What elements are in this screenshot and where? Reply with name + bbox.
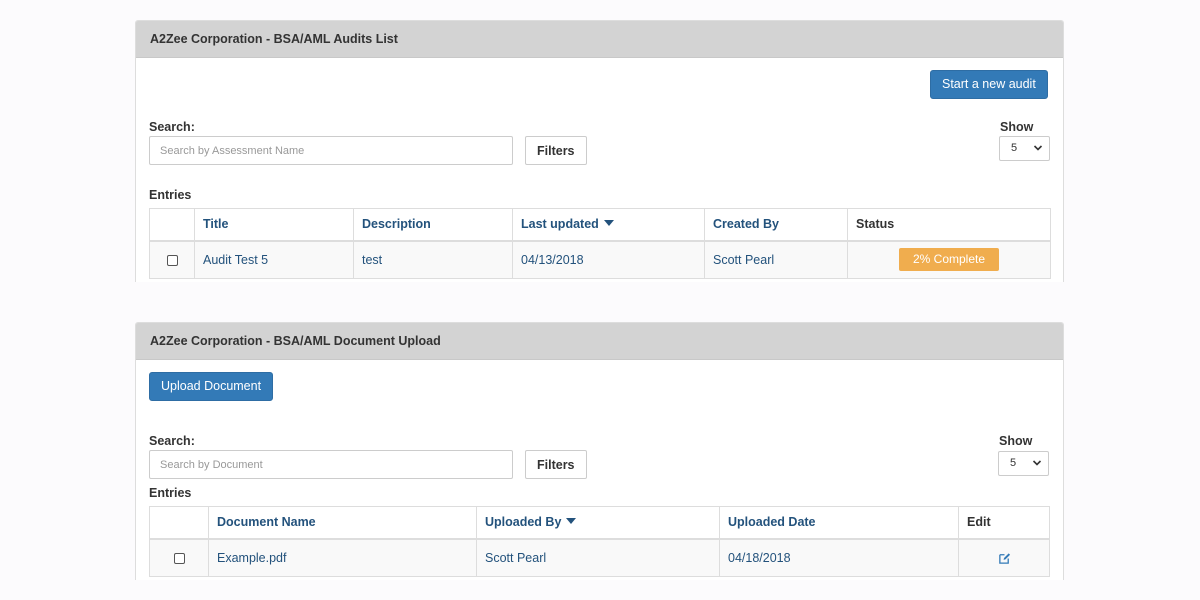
row-select-cell [149, 240, 195, 279]
documents-page-size-value: 5 [1010, 457, 1017, 469]
audits-panel: A2Zee Corporation - BSA/AML Audits List … [135, 20, 1064, 282]
column-uploaded-date-label: Uploaded Date [728, 515, 816, 530]
audits-search-label: Search: [149, 120, 195, 134]
column-uploaded-date[interactable]: Uploaded Date [719, 506, 959, 540]
audit-description[interactable]: test [353, 240, 513, 279]
column-title-label: Title [203, 217, 229, 232]
column-document-name[interactable]: Document Name [208, 506, 477, 540]
audits-table-header: Title Description Last updated Created B… [149, 208, 1051, 242]
audit-last-updated[interactable]: 04/13/2018 [512, 240, 705, 279]
audits-entries-label: Entries [149, 188, 192, 202]
chevron-down-icon [1033, 145, 1043, 151]
edit-cell [958, 538, 1050, 577]
row-checkbox[interactable] [166, 254, 178, 266]
start-new-audit-button[interactable]: Start a new audit [930, 70, 1048, 99]
audits-page-size-select[interactable]: 5 [999, 136, 1050, 161]
table-row: Example.pdf Scott Pearl 04/18/2018 [149, 538, 1050, 577]
column-created-by[interactable]: Created By [704, 208, 848, 242]
documents-panel: A2Zee Corporation - BSA/AML Document Upl… [135, 322, 1064, 580]
row-select-cell [149, 538, 209, 577]
audits-filters-button[interactable]: Filters [525, 136, 587, 165]
documents-table-header: Document Name Uploaded By Uploaded Date … [149, 506, 1050, 540]
documents-filters-button[interactable]: Filters [525, 450, 587, 479]
edit-icon[interactable] [998, 552, 1011, 565]
audits-show-label: Show [1000, 120, 1034, 134]
documents-table: Document Name Uploaded By Uploaded Date … [149, 506, 1050, 577]
upload-document-button[interactable]: Upload Document [149, 372, 274, 401]
document-uploaded-date[interactable]: 04/18/2018 [719, 538, 959, 577]
documents-search-input[interactable] [149, 450, 513, 479]
audit-status-cell: 2% Complete [847, 240, 1051, 279]
document-uploaded-by[interactable]: Scott Pearl [476, 538, 720, 577]
column-uploaded-by[interactable]: Uploaded By [476, 506, 720, 540]
chevron-down-icon [1032, 460, 1042, 466]
row-checkbox[interactable] [173, 552, 185, 564]
documents-show-label: Show [999, 434, 1033, 448]
audits-table: Title Description Last updated Created B… [149, 208, 1051, 279]
document-name-link[interactable]: Example.pdf [208, 538, 477, 577]
column-last-updated[interactable]: Last updated [512, 208, 705, 242]
column-description[interactable]: Description [353, 208, 513, 242]
audits-page-size-value: 5 [1011, 142, 1018, 154]
documents-entries-label: Entries [149, 486, 192, 500]
column-edit: Edit [958, 506, 1050, 540]
column-title[interactable]: Title [194, 208, 354, 242]
sort-desc-icon [566, 518, 577, 525]
column-description-label: Description [362, 217, 431, 232]
audit-title-link[interactable]: Audit Test 5 [194, 240, 354, 279]
column-edit-label: Edit [967, 515, 991, 530]
audit-created-by[interactable]: Scott Pearl [704, 240, 848, 279]
documents-search-label: Search: [149, 434, 195, 448]
select-all-header [149, 208, 195, 242]
status-badge: 2% Complete [899, 248, 999, 272]
column-created-by-label: Created By [713, 217, 779, 232]
audits-panel-title: A2Zee Corporation - BSA/AML Audits List [136, 21, 1063, 58]
documents-panel-title: A2Zee Corporation - BSA/AML Document Upl… [136, 323, 1063, 360]
column-document-name-label: Document Name [217, 515, 316, 530]
select-all-header [149, 506, 209, 540]
documents-page-size-select[interactable]: 5 [998, 451, 1049, 476]
sort-desc-icon [603, 220, 614, 227]
column-status: Status [847, 208, 1051, 242]
column-uploaded-by-label: Uploaded By [485, 515, 562, 530]
table-row: Audit Test 5 test 04/13/2018 Scott Pearl… [149, 240, 1051, 279]
audits-search-input[interactable] [149, 136, 513, 165]
column-status-label: Status [856, 217, 895, 232]
column-last-updated-label: Last updated [521, 217, 599, 232]
